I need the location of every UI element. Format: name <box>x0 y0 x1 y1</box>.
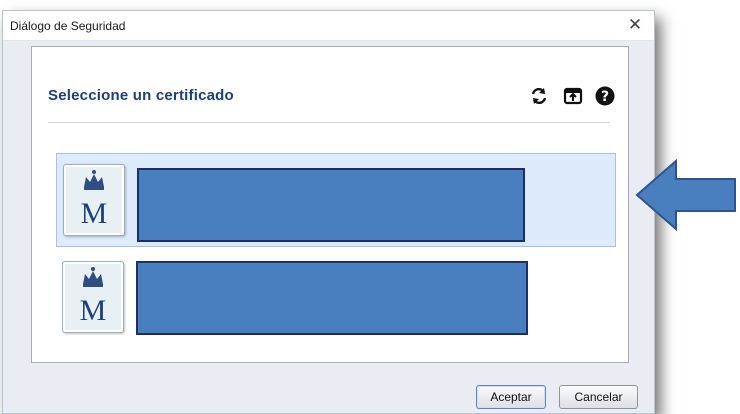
refresh-icon[interactable] <box>529 86 549 106</box>
royal-crown-m-logo-icon: M <box>62 261 124 333</box>
close-button[interactable]: ✕ <box>622 13 648 37</box>
redacted-certificate-info <box>136 261 528 335</box>
cancel-button[interactable]: Cancelar <box>559 385 638 409</box>
import-icon[interactable] <box>563 86 583 106</box>
svg-text:M: M <box>80 294 107 327</box>
panel-title: Seleccione un certificado <box>48 87 234 104</box>
certificate-item-2[interactable]: M <box>56 251 616 345</box>
dialog-title: Diálogo de Seguridad <box>10 19 126 33</box>
pointer-arrow-icon <box>635 158 736 232</box>
certificate-panel: Seleccione un certificado ? M M <box>31 46 629 363</box>
svg-text:?: ? <box>601 89 609 105</box>
svg-text:M: M <box>81 197 108 230</box>
royal-crown-m-logo-icon: M <box>63 164 125 236</box>
header-divider <box>48 122 610 123</box>
close-icon: ✕ <box>627 15 643 34</box>
dialog-titlebar: Diálogo de Seguridad ✕ <box>3 11 654 41</box>
redacted-certificate-info <box>137 168 525 242</box>
security-dialog: Diálogo de Seguridad ✕ Seleccione un cer… <box>2 10 655 414</box>
help-icon[interactable]: ? <box>595 86 615 106</box>
accept-button[interactable]: Aceptar <box>476 385 546 409</box>
certificate-item-1[interactable]: M <box>56 153 616 247</box>
